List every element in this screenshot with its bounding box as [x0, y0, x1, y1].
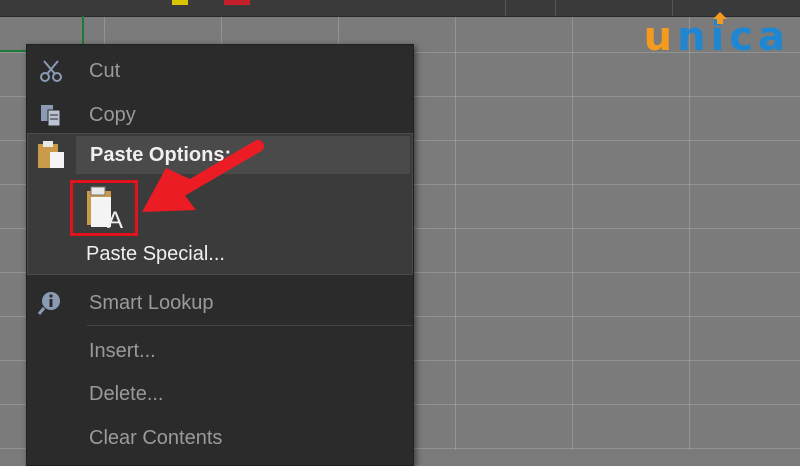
ribbon-chip-red [224, 0, 250, 5]
ribbon-chip-yellow [172, 0, 188, 5]
context-menu: Cut Copy Paste Options: A Paste Special.… [26, 44, 414, 466]
logo-letter: n [677, 14, 711, 60]
logo-letter-i: i [711, 12, 730, 60]
menu-separator [87, 325, 413, 326]
menu-item-smart-lookup[interactable]: Smart Lookup [27, 281, 413, 325]
delete-label: Delete... [89, 383, 164, 405]
cut-label: Cut [89, 60, 121, 82]
menu-item-paste-special[interactable]: Paste Special... [86, 236, 225, 272]
menu-item-delete[interactable]: Delete... [27, 372, 413, 416]
menu-item-insert[interactable]: Insert... [27, 329, 413, 373]
smart-lookup-icon [37, 292, 60, 315]
paste-keep-text-only-icon: A [87, 186, 123, 234]
clear-contents-label: Clear Contents [89, 427, 223, 449]
column-header-divider [505, 0, 506, 16]
logo-letter: u [643, 14, 678, 60]
menu-item-clear-contents[interactable]: Clear Contents [27, 416, 413, 460]
menu-item-cut[interactable]: Cut [27, 49, 413, 93]
logo-dot-icon [712, 12, 727, 24]
logo-letter: a [758, 14, 790, 60]
paste-keep-text-only-button[interactable]: A [70, 180, 138, 236]
column-header-divider [555, 0, 556, 16]
paste-button-letter: A [107, 207, 123, 233]
scissors-icon [40, 60, 62, 82]
logo-letter: c [729, 14, 758, 60]
menu-item-copy[interactable]: Copy [27, 93, 413, 137]
copy-label: Copy [89, 104, 136, 126]
unica-logo: uni ca [644, 12, 790, 62]
arrow-indicator [142, 140, 264, 212]
insert-label: Insert... [89, 340, 156, 362]
smart-lookup-label: Smart Lookup [89, 292, 214, 314]
copy-icon [41, 105, 61, 127]
clipboard-icon [38, 141, 64, 168]
